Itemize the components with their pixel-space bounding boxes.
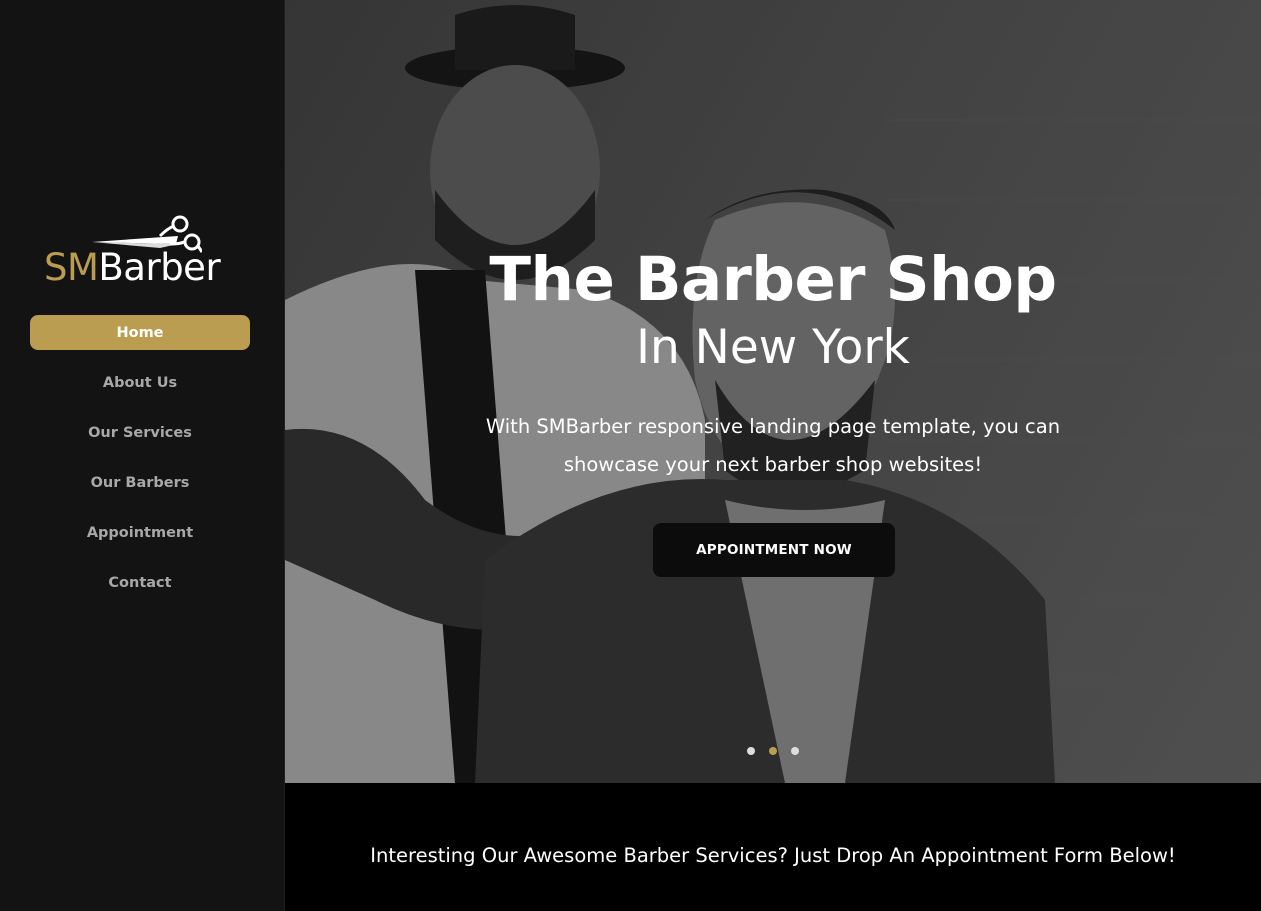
slider-dot-3[interactable] — [791, 747, 799, 755]
logo-text: SMBarber — [44, 246, 221, 290]
appointment-banner: Interesting Our Awesome Barber Services?… — [285, 783, 1261, 911]
main-nav: Home About Us Our Services Our Barbers A… — [30, 315, 250, 615]
nav-item-our-services[interactable]: Our Services — [30, 415, 250, 450]
nav-item-contact[interactable]: Contact — [30, 565, 250, 600]
logo-text-sm: SM — [44, 246, 99, 289]
nav-item-appointment[interactable]: Appointment — [30, 515, 250, 550]
hero-description: With SMBarber responsive landing page te… — [485, 415, 1061, 476]
appointment-now-button[interactable]: APPOINTMENT NOW — [653, 523, 895, 577]
nav-item-about-us[interactable]: About Us — [30, 365, 250, 400]
sidebar: SMBarber Home About Us Our Services Our … — [0, 0, 285, 911]
logo[interactable]: SMBarber — [44, 214, 244, 290]
hero-title: The Barber Shop — [489, 244, 1057, 315]
hero-overlay — [285, 0, 1261, 783]
banner-text: Interesting Our Awesome Barber Services?… — [370, 844, 1176, 867]
slider-dot-1[interactable] — [747, 747, 755, 755]
slider-dots — [747, 747, 799, 755]
logo-text-barber: Barber — [98, 246, 221, 289]
hero-subtitle: In New York — [636, 320, 910, 375]
nav-item-home[interactable]: Home — [30, 315, 250, 350]
hero-slider: The Barber Shop In New York With SMBarbe… — [285, 0, 1261, 783]
nav-item-our-barbers[interactable]: Our Barbers — [30, 465, 250, 500]
slider-dot-2[interactable] — [769, 747, 777, 755]
